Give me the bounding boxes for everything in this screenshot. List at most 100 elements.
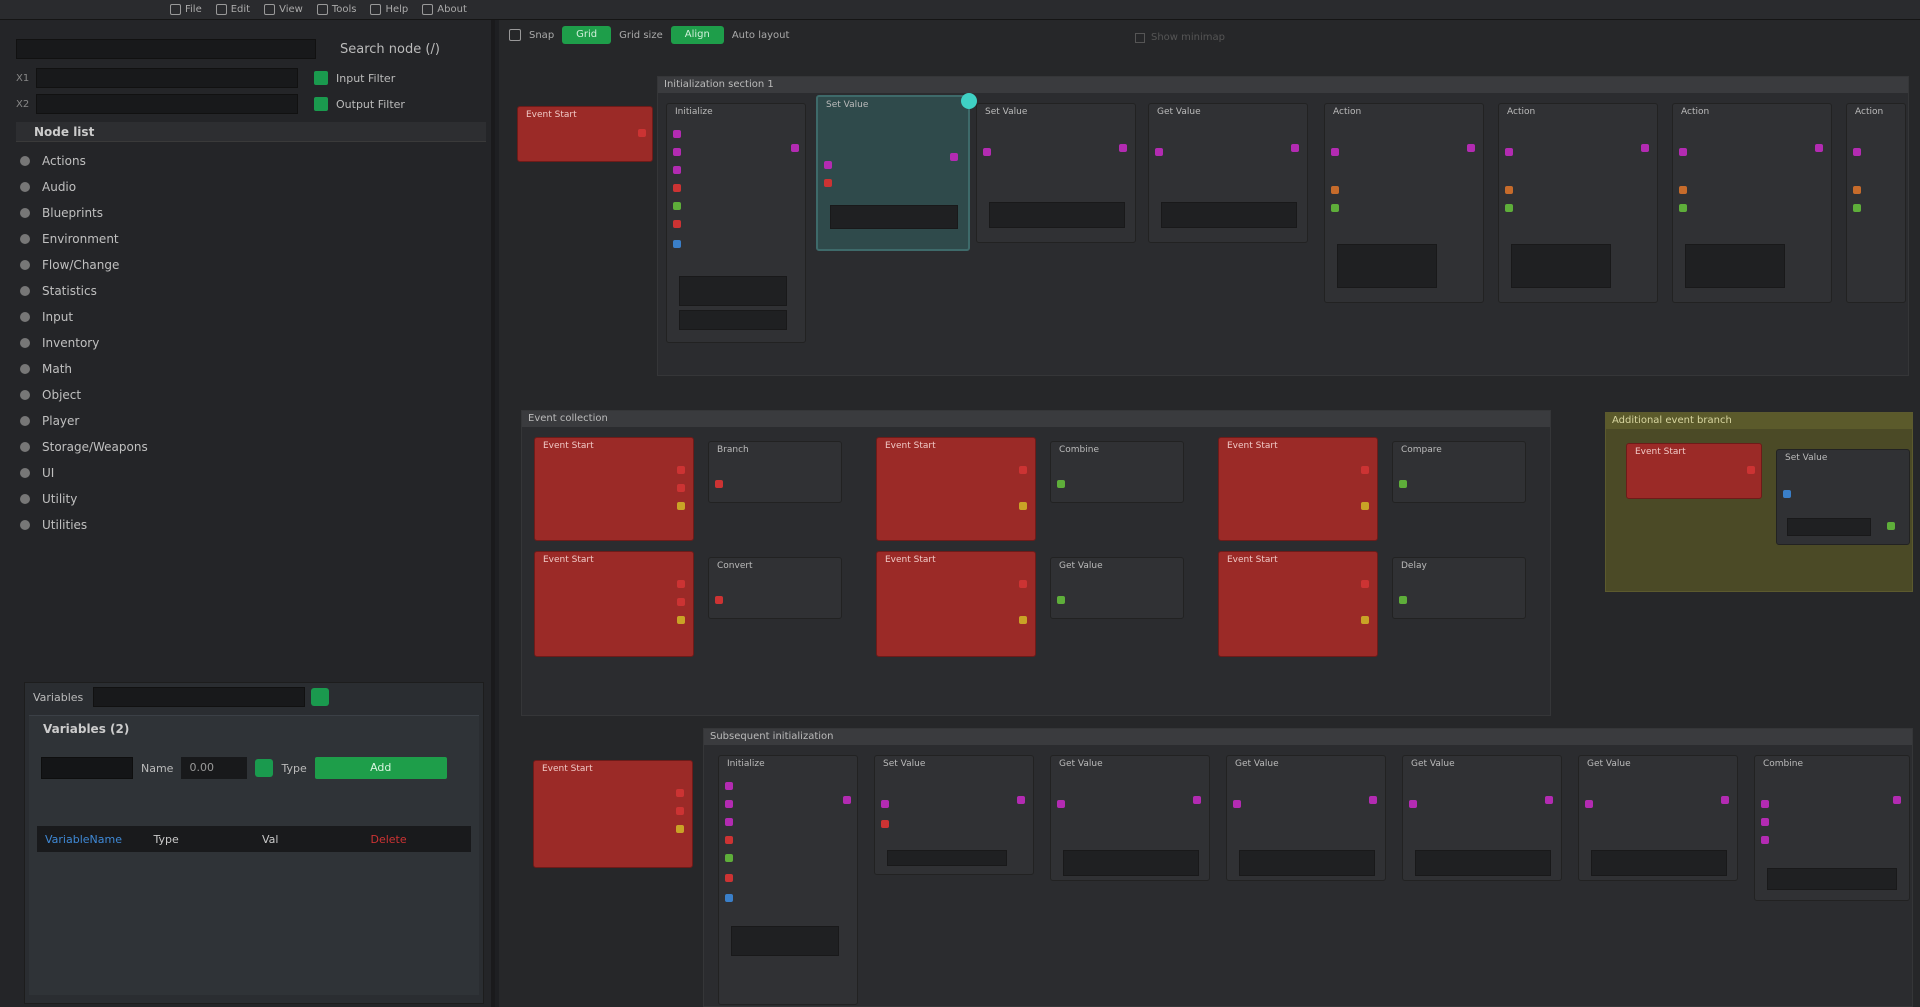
minimap-checkbox[interactable] (1135, 32, 1145, 43)
event-node[interactable]: Event Start (1218, 551, 1378, 657)
pin[interactable] (1019, 616, 1027, 624)
value-slot[interactable] (679, 276, 787, 306)
pin[interactable] (1585, 800, 1593, 808)
event-node[interactable]: Event Start (876, 551, 1036, 657)
pin[interactable] (1545, 796, 1553, 804)
pin[interactable] (1679, 204, 1687, 212)
menu-help[interactable]: Help (370, 4, 408, 15)
pin[interactable] (1193, 796, 1201, 804)
grid-button[interactable]: Grid (562, 26, 612, 44)
pin[interactable] (1399, 596, 1407, 604)
pin[interactable] (1119, 144, 1127, 152)
pin[interactable] (1361, 502, 1369, 510)
pin[interactable] (1505, 186, 1513, 194)
value-slot[interactable] (989, 202, 1125, 228)
pin[interactable] (1291, 144, 1299, 152)
pin[interactable] (824, 179, 832, 187)
graph-node[interactable]: Action (1498, 103, 1658, 303)
exec-pin[interactable] (638, 129, 646, 137)
pin[interactable] (1057, 800, 1065, 808)
pin[interactable] (1721, 796, 1729, 804)
graph-node[interactable]: Get Value (1578, 755, 1738, 881)
pin[interactable] (1679, 186, 1687, 194)
value-slot[interactable] (1337, 244, 1437, 288)
node-category[interactable]: Utilities (20, 512, 470, 538)
graph-node[interactable]: Action (1672, 103, 1832, 303)
event-node[interactable]: Event Start (534, 551, 694, 657)
pin[interactable] (1853, 186, 1861, 194)
variable-name-input[interactable] (41, 757, 133, 779)
search-input[interactable] (16, 39, 316, 59)
group-branch[interactable]: Additional event branch Event Start Set … (1605, 412, 1913, 592)
value-slot[interactable] (1767, 868, 1897, 890)
pin[interactable] (950, 153, 958, 161)
variables-filter-input[interactable] (93, 687, 305, 707)
pin[interactable] (1893, 796, 1901, 804)
value-slot[interactable] (887, 850, 1007, 866)
resize-handle[interactable] (961, 93, 977, 109)
pin[interactable] (725, 836, 733, 844)
pin[interactable] (725, 818, 733, 826)
event-node[interactable]: Event Start (534, 437, 694, 541)
pin[interactable] (677, 502, 685, 510)
event-node[interactable]: Event Start (876, 437, 1036, 541)
pin[interactable] (1361, 580, 1369, 588)
pin[interactable] (1019, 466, 1027, 474)
node-category[interactable]: Blueprints (20, 200, 470, 226)
pin[interactable] (673, 240, 681, 248)
pin[interactable] (725, 874, 733, 882)
pin[interactable] (725, 782, 733, 790)
pin[interactable] (1761, 836, 1769, 844)
pin[interactable] (1155, 148, 1163, 156)
value-slot[interactable] (731, 926, 839, 956)
pin[interactable] (715, 480, 723, 488)
graph-node[interactable]: Combine (1754, 755, 1910, 901)
pin[interactable] (677, 466, 685, 474)
graph-node[interactable]: Delay (1392, 557, 1526, 619)
pin[interactable] (1331, 148, 1339, 156)
pin[interactable] (1019, 580, 1027, 588)
align-button[interactable]: Align (670, 26, 724, 44)
selected-node[interactable]: Set Value (816, 95, 970, 251)
pin[interactable] (1853, 204, 1861, 212)
pin[interactable] (1815, 144, 1823, 152)
pin[interactable] (824, 161, 832, 169)
pin[interactable] (725, 894, 733, 902)
pin[interactable] (1783, 490, 1791, 498)
value-slot[interactable] (1511, 244, 1611, 288)
group-init[interactable]: Initialization section 1 Initialize Set … (657, 76, 1909, 376)
node-category[interactable]: Input (20, 304, 470, 330)
pin[interactable] (1761, 800, 1769, 808)
value-slot[interactable] (1161, 202, 1297, 228)
pin[interactable] (1409, 800, 1417, 808)
pin[interactable] (725, 854, 733, 862)
pin[interactable] (673, 184, 681, 192)
graph-node[interactable]: Combine (1050, 441, 1184, 503)
graph-node[interactable]: Action (1846, 103, 1906, 303)
pin[interactable] (1361, 466, 1369, 474)
pin[interactable] (1679, 148, 1687, 156)
pin[interactable] (1331, 186, 1339, 194)
pin[interactable] (1331, 204, 1339, 212)
menu-file[interactable]: File (170, 4, 202, 15)
node-graph-canvas[interactable]: Snap Grid Grid size Align Auto layout Sh… (499, 20, 1920, 1007)
graph-node[interactable]: Get Value (1402, 755, 1562, 881)
pin[interactable] (673, 202, 681, 210)
value-slot[interactable] (1591, 850, 1727, 876)
pin[interactable] (1057, 596, 1065, 604)
pin[interactable] (673, 220, 681, 228)
pin[interactable] (673, 166, 681, 174)
output-filter-checkbox[interactable] (314, 97, 328, 111)
pin[interactable] (725, 800, 733, 808)
pin[interactable] (673, 130, 681, 138)
pin[interactable] (677, 580, 685, 588)
event-node[interactable]: Event Start (517, 106, 653, 162)
menu-view[interactable]: View (264, 4, 303, 15)
delete-variable[interactable]: Delete (363, 833, 472, 846)
event-node[interactable]: Event Start (533, 760, 693, 868)
node-category[interactable]: Audio (20, 174, 470, 200)
group-subsequent[interactable]: Subsequent initialization Initialize Set… (703, 728, 1913, 1007)
variable-list-row[interactable]: VariableName Type Val Delete (37, 826, 471, 852)
pin[interactable] (1019, 502, 1027, 510)
value-slot[interactable] (1685, 244, 1785, 288)
